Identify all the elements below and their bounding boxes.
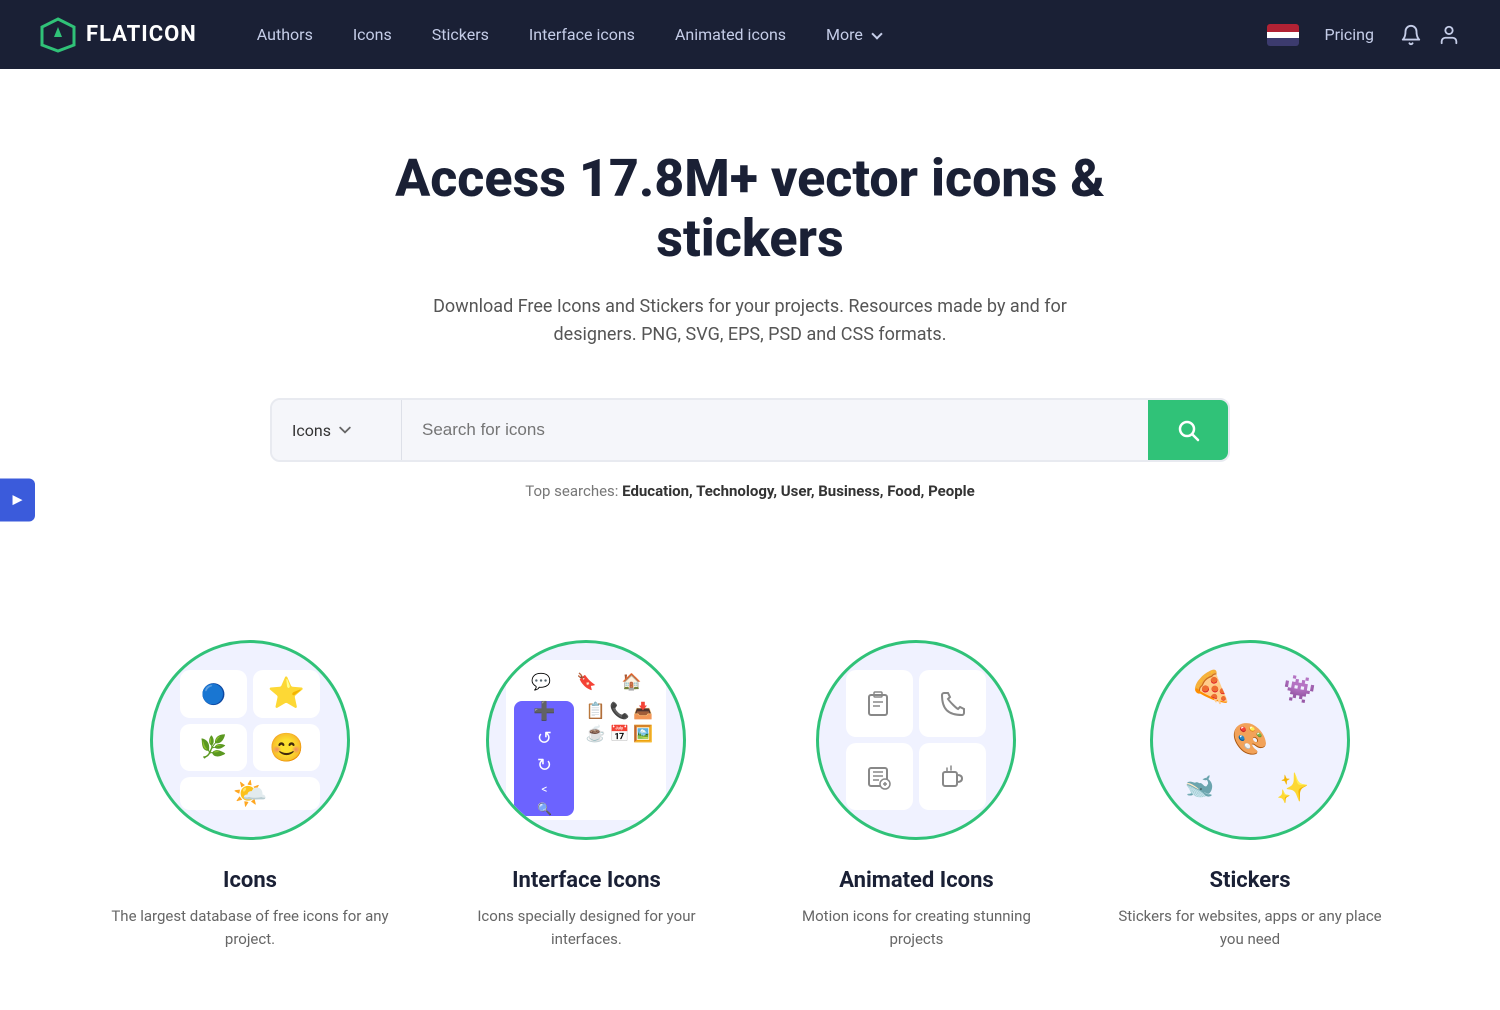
animated-icons-title: Animated Icons (839, 868, 994, 893)
sticker-star-sparkle: ✨ (1273, 769, 1313, 808)
interface-left-panel: ➕ ↺ ↻ < 🔍 (514, 701, 574, 816)
category-card-animated-icons[interactable]: Animated Icons Motion icons for creating… (783, 640, 1050, 950)
phone-icon (938, 689, 968, 719)
chat-icon: 💬 (531, 672, 551, 691)
home-icon: 🏠 (622, 672, 642, 691)
category-card-interface-icons[interactable]: 💬 🔖 🏠 ➕ ↺ ↻ < 🔍 📋 📞 (450, 640, 723, 950)
nav-stickers[interactable]: Stickers (412, 0, 509, 69)
search-type-selector[interactable]: Icons (272, 400, 402, 460)
mug-icon (938, 762, 968, 792)
search-button[interactable] (1148, 400, 1228, 460)
user-icon (1438, 24, 1460, 46)
icon-cell-smile: 😊 (253, 724, 320, 772)
sticker-center: 🎨 (1229, 720, 1271, 760)
nav-icons[interactable]: Icons (333, 0, 412, 69)
logo-icon (40, 17, 76, 53)
sticker-whale: 🐋 (1184, 771, 1216, 801)
icons-circle: 🔵 ⭐ 🌿 😊 🌤️ (150, 640, 350, 840)
search-type-label: Icons (292, 421, 331, 440)
bookmark-icon: 🔖 (576, 672, 596, 691)
icon-cell-plant: 🌿 (180, 724, 247, 772)
icons-description: The largest database of free icons for a… (110, 905, 390, 950)
interface-icon-5: 📅 (609, 724, 629, 743)
interface-icon-4: ☕ (586, 724, 606, 743)
chevron-left-icon: < (541, 782, 547, 796)
hero-section: Access 17.8M+ vector icons & stickers Do… (0, 69, 1500, 620)
icon-cell-weather: 🌤️ (180, 777, 320, 810)
category-card-icons[interactable]: 🔵 ⭐ 🌿 😊 🌤️ Icons The largest database of… (110, 640, 390, 950)
top-searches: Top searches: Education, Technology, Use… (40, 482, 1460, 500)
search-small-icon: 🔍 (537, 802, 552, 816)
icons-title: Icons (223, 868, 277, 893)
rotate-right-icon: ↻ (537, 755, 552, 776)
upload-icon (865, 762, 895, 792)
side-tab[interactable]: ▶ (0, 479, 35, 522)
nav-links: Authors Icons Stickers Interface icons A… (237, 0, 1267, 69)
sticker-monster: 👾 (1280, 673, 1317, 708)
icon-cell-star: ⭐ (253, 670, 320, 718)
icon-cell-arrow: 🔵 (180, 670, 247, 718)
category-card-stickers[interactable]: 🍕 👾 🐋 ✨ 🎨 Stickers Stickers for websites… (1110, 640, 1390, 950)
side-tab-arrow: ▶ (10, 493, 25, 508)
interface-icon-2: 📞 (609, 701, 629, 720)
nav-animated-icons[interactable]: Animated icons (655, 0, 806, 69)
logo[interactable]: FLATICON (40, 17, 197, 53)
sticker-pizza: 🍕 (1186, 666, 1234, 713)
categories-section: 🔵 ⭐ 🌿 😊 🌤️ Icons The largest database of… (50, 620, 1450, 1010)
bell-icon (1400, 24, 1422, 46)
hero-subheadline: Download Free Icons and Stickers for you… (400, 293, 1100, 351)
interface-top-row: 💬 🔖 🏠 (514, 668, 658, 695)
search-input[interactable] (402, 400, 1148, 460)
stickers-description: Stickers for websites, apps or any place… (1110, 905, 1390, 950)
user-button[interactable] (1438, 24, 1460, 46)
notification-button[interactable] (1400, 24, 1422, 46)
chevron-down-icon (339, 424, 351, 436)
search-bar: Icons (270, 398, 1230, 462)
interface-right-panel: 📋 📞 📥 ☕ 📅 🖼️ (580, 701, 658, 816)
nav-more[interactable]: More (806, 0, 901, 69)
interface-icons-title: Interface Icons (512, 868, 661, 893)
top-searches-label: Top searches: (525, 482, 622, 500)
stickers-title: Stickers (1209, 868, 1290, 893)
nav-right: Pricing (1267, 24, 1461, 46)
hero-headline: Access 17.8M+ vector icons & stickers (300, 149, 1200, 269)
nav-authors[interactable]: Authors (237, 0, 333, 69)
anim-cell-3 (846, 743, 913, 810)
top-searches-terms: Education, Technology, User, Business, F… (622, 482, 975, 500)
chevron-down-icon (871, 28, 882, 39)
interface-icon-3: 📥 (633, 701, 653, 720)
anim-cell-2 (919, 670, 986, 737)
plus-icon: ➕ (533, 701, 555, 722)
interface-icon-1: 📋 (586, 701, 606, 720)
stickers-circle: 🍕 👾 🐋 ✨ 🎨 (1150, 640, 1350, 840)
animated-icons-circle (816, 640, 1016, 840)
interface-icons-description: Icons specially designed for your interf… (450, 905, 723, 950)
brand-name: FLATICON (86, 22, 197, 47)
interface-icon-6: 🖼️ (633, 724, 653, 743)
nav-interface-icons[interactable]: Interface icons (509, 0, 655, 69)
interface-icons-circle: 💬 🔖 🏠 ➕ ↺ ↻ < 🔍 📋 📞 (486, 640, 686, 840)
pricing-link[interactable]: Pricing (1315, 25, 1385, 44)
anim-cell-1 (846, 670, 913, 737)
language-flag[interactable] (1267, 24, 1299, 46)
animated-icons-description: Motion icons for creating stunning proje… (783, 905, 1050, 950)
main-nav: FLATICON Authors Icons Stickers Interfac… (0, 0, 1500, 69)
rotate-left-icon: ↺ (537, 728, 552, 749)
search-icon (1176, 418, 1200, 442)
anim-cell-4 (919, 743, 986, 810)
clipboard-icon (865, 689, 895, 719)
